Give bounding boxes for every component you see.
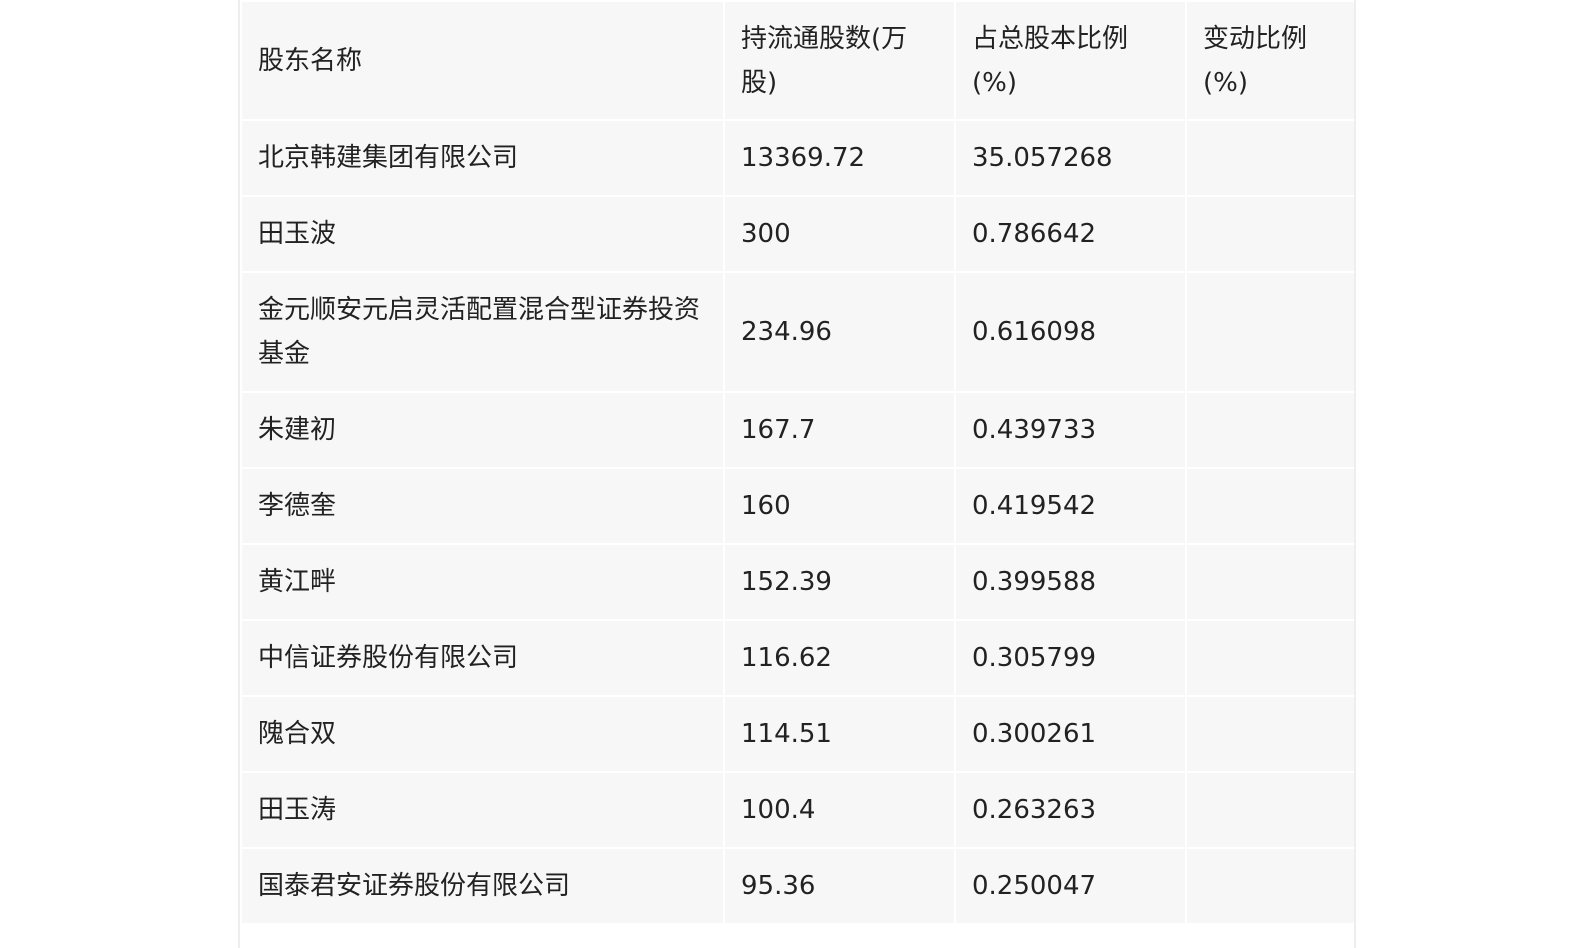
table-row: 隗合双 114.51 0.300261 bbox=[240, 695, 1358, 773]
cell-shareholder-name: 金元顺安元启灵活配置混合型证券投资基金 bbox=[240, 271, 725, 393]
cell-share-percent: 0.616098 bbox=[954, 271, 1187, 393]
cell-shareholder-name: 国泰君安证券股份有限公司 bbox=[240, 847, 725, 925]
shareholder-table-wrapper: 股东名称 持流通股数(万股) 占总股本比例(%) 变动比例(%) 北京韩建集团有… bbox=[240, 0, 1358, 925]
cell-change-percent bbox=[1185, 271, 1358, 393]
cell-shareholder-name: 北京韩建集团有限公司 bbox=[240, 119, 725, 197]
cell-change-percent bbox=[1185, 195, 1358, 273]
cell-circulating-shares: 116.62 bbox=[723, 619, 956, 697]
cell-circulating-shares: 160 bbox=[723, 467, 956, 545]
cell-circulating-shares: 300 bbox=[723, 195, 956, 273]
cell-circulating-shares: 234.96 bbox=[723, 271, 956, 393]
cell-share-percent: 0.300261 bbox=[954, 695, 1187, 773]
cell-shareholder-name: 中信证券股份有限公司 bbox=[240, 619, 725, 697]
cell-shareholder-name: 田玉波 bbox=[240, 195, 725, 273]
table-row: 李德奎 160 0.419542 bbox=[240, 467, 1358, 545]
table-header: 股东名称 持流通股数(万股) 占总股本比例(%) 变动比例(%) bbox=[240, 0, 1358, 121]
header-share-percent: 占总股本比例(%) bbox=[954, 0, 1187, 121]
table-row: 田玉波 300 0.786642 bbox=[240, 195, 1358, 273]
cell-change-percent bbox=[1185, 391, 1358, 469]
table-row: 金元顺安元启灵活配置混合型证券投资基金 234.96 0.616098 bbox=[240, 271, 1358, 393]
cell-share-percent: 0.786642 bbox=[954, 195, 1187, 273]
table-row: 北京韩建集团有限公司 13369.72 35.057268 bbox=[240, 119, 1358, 197]
cell-change-percent bbox=[1185, 695, 1358, 773]
cell-share-percent: 0.263263 bbox=[954, 771, 1187, 849]
cell-share-percent: 0.439733 bbox=[954, 391, 1187, 469]
table-row: 田玉涛 100.4 0.263263 bbox=[240, 771, 1358, 849]
header-circulating-shares: 持流通股数(万股) bbox=[723, 0, 956, 121]
cell-shareholder-name: 隗合双 bbox=[240, 695, 725, 773]
table-row: 黄江畔 152.39 0.399588 bbox=[240, 543, 1358, 621]
cell-change-percent bbox=[1185, 771, 1358, 849]
cell-change-percent bbox=[1185, 467, 1358, 545]
cell-circulating-shares: 152.39 bbox=[723, 543, 956, 621]
table-body: 北京韩建集团有限公司 13369.72 35.057268 田玉波 300 0.… bbox=[240, 119, 1358, 925]
header-change-percent: 变动比例(%) bbox=[1185, 0, 1358, 121]
cell-circulating-shares: 13369.72 bbox=[723, 119, 956, 197]
header-row: 股东名称 持流通股数(万股) 占总股本比例(%) 变动比例(%) bbox=[240, 0, 1358, 121]
cell-shareholder-name: 黄江畔 bbox=[240, 543, 725, 621]
cell-shareholder-name: 田玉涛 bbox=[240, 771, 725, 849]
cell-change-percent bbox=[1185, 543, 1358, 621]
cell-share-percent: 0.250047 bbox=[954, 847, 1187, 925]
cell-circulating-shares: 95.36 bbox=[723, 847, 956, 925]
table-row: 国泰君安证券股份有限公司 95.36 0.250047 bbox=[240, 847, 1358, 925]
table-row: 朱建初 167.7 0.439733 bbox=[240, 391, 1358, 469]
cell-change-percent bbox=[1185, 619, 1358, 697]
cell-share-percent: 0.305799 bbox=[954, 619, 1187, 697]
cell-change-percent bbox=[1185, 119, 1358, 197]
cell-circulating-shares: 100.4 bbox=[723, 771, 956, 849]
cell-circulating-shares: 114.51 bbox=[723, 695, 956, 773]
table-row: 中信证券股份有限公司 116.62 0.305799 bbox=[240, 619, 1358, 697]
cell-share-percent: 35.057268 bbox=[954, 119, 1187, 197]
cell-shareholder-name: 李德奎 bbox=[240, 467, 725, 545]
shareholder-table: 股东名称 持流通股数(万股) 占总股本比例(%) 变动比例(%) 北京韩建集团有… bbox=[240, 0, 1358, 925]
header-shareholder-name: 股东名称 bbox=[240, 0, 725, 121]
cell-shareholder-name: 朱建初 bbox=[240, 391, 725, 469]
cell-circulating-shares: 167.7 bbox=[723, 391, 956, 469]
cell-share-percent: 0.399588 bbox=[954, 543, 1187, 621]
cell-share-percent: 0.419542 bbox=[954, 467, 1187, 545]
cell-change-percent bbox=[1185, 847, 1358, 925]
